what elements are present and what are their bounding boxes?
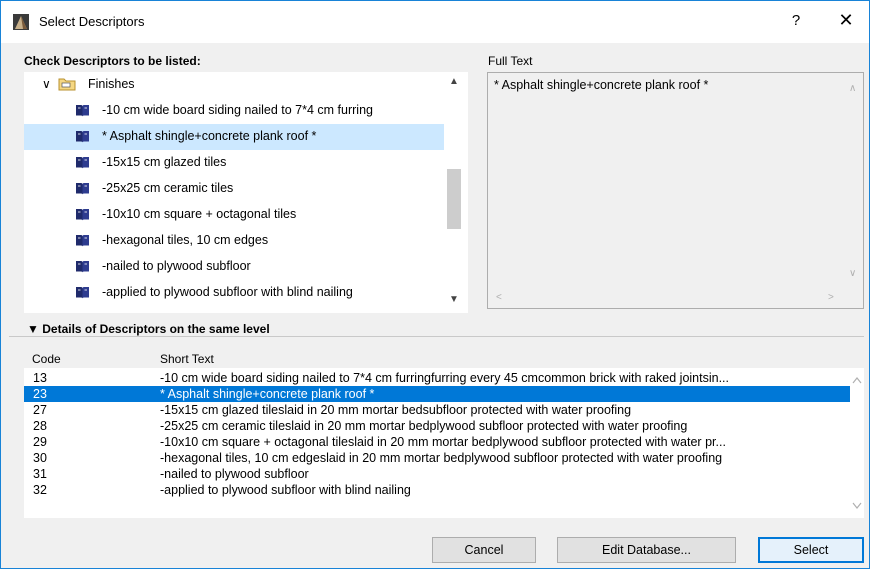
column-header-code[interactable]: Code xyxy=(32,352,61,366)
folder-open-icon xyxy=(58,78,76,91)
descriptor-book-icon xyxy=(76,261,89,273)
scroll-thumb[interactable] xyxy=(447,169,461,229)
tree-item[interactable]: -10 cm wide board siding nailed to 7*4 c… xyxy=(24,98,444,124)
row-short-text: -hexagonal tiles, 10 cm edgeslaid in 20 … xyxy=(160,451,723,465)
table-row[interactable]: 31 -nailed to plywood subfloor xyxy=(24,466,850,482)
row-short-text: -10x10 cm square + octagonal tileslaid i… xyxy=(160,435,726,449)
row-code: 28 xyxy=(33,419,47,433)
select-button[interactable]: Select xyxy=(758,537,864,563)
table-row[interactable]: 23 * Asphalt shingle+concrete plank roof … xyxy=(24,386,850,402)
tree-item[interactable]: -applied to plywood subfloor with blind … xyxy=(24,280,444,306)
descriptor-book-icon xyxy=(76,287,89,299)
row-code: 32 xyxy=(33,483,47,497)
full-text-box[interactable]: * Asphalt shingle+concrete plank roof * … xyxy=(487,72,864,309)
row-short-text: -15x15 cm glazed tileslaid in 20 mm mort… xyxy=(160,403,632,417)
tree-folder-label: Finishes xyxy=(88,77,135,91)
tree-item-label: -hexagonal tiles, 10 cm edges xyxy=(102,233,269,247)
tree-folder-finishes[interactable]: ∨ Finishes xyxy=(24,72,444,98)
tree-item-label: -nailed to plywood subfloor xyxy=(102,259,251,273)
row-short-text: -applied to plywood subfloor with blind … xyxy=(160,483,411,497)
chevron-down-icon[interactable]: ∨ xyxy=(42,77,51,91)
tree-item[interactable]: -25x25 cm ceramic tiles xyxy=(24,176,444,202)
descriptor-book-icon xyxy=(76,131,89,143)
descriptor-tree[interactable]: ∨ Finishes -10 cm wide board siding nail… xyxy=(24,72,468,313)
edit-database-button[interactable]: Edit Database... xyxy=(557,537,736,563)
descriptor-book-icon xyxy=(76,183,89,195)
details-list[interactable]: 13 -10 cm wide board siding nailed to 7*4… xyxy=(24,368,864,518)
tree-item[interactable]: -10x10 cm square + octagonal tiles xyxy=(24,202,444,228)
table-row[interactable]: 28 -25x25 cm ceramic tileslaid in 20 mm m… xyxy=(24,418,850,434)
details-header: Details of Descriptors on the same level xyxy=(42,322,270,336)
tree-item-label: -applied to plywood subfloor with blind … xyxy=(102,285,353,299)
table-row[interactable]: 30 -hexagonal tiles, 10 cm edgeslaid in 2… xyxy=(24,450,850,466)
full-text-vscrollbar[interactable]: ∧ ∨ xyxy=(845,73,863,290)
descriptor-book-icon xyxy=(76,105,89,117)
descriptor-book-icon xyxy=(76,209,89,221)
help-button[interactable]: ? xyxy=(781,12,811,29)
tree-item[interactable]: * Asphalt shingle+concrete plank roof * xyxy=(24,124,444,150)
scroll-down-icon[interactable]: ∨ xyxy=(849,268,856,279)
close-button[interactable]: ✕ xyxy=(831,10,861,31)
full-text-hscrollbar[interactable]: < > xyxy=(488,290,846,308)
row-code: 13 xyxy=(33,371,47,385)
cancel-button[interactable]: Cancel xyxy=(432,537,536,563)
tree-item-label: -10x10 cm square + octagonal tiles xyxy=(102,207,297,221)
row-code: 29 xyxy=(33,435,47,449)
column-header-short-text[interactable]: Short Text xyxy=(160,352,214,366)
descriptor-book-icon xyxy=(76,235,89,247)
table-row[interactable]: 13 -10 cm wide board siding nailed to 7*4… xyxy=(24,370,850,386)
row-short-text: -10 cm wide board siding nailed to 7*4 c… xyxy=(160,371,729,385)
row-code: 30 xyxy=(33,451,47,465)
tree-item[interactable]: -nailed to plywood subfloor xyxy=(24,254,444,280)
tree-item-label: -15x15 cm glazed tiles xyxy=(102,155,227,169)
scroll-down-icon[interactable]: ▼ xyxy=(449,294,459,305)
table-row[interactable]: 27 -15x15 cm glazed tileslaid in 20 mm mo… xyxy=(24,402,850,418)
scroll-up-icon[interactable]: ∧ xyxy=(849,83,856,94)
table-row[interactable]: 32 -applied to plywood subfloor with blin… xyxy=(24,482,850,498)
row-short-text: -25x25 cm ceramic tileslaid in 20 mm mor… xyxy=(160,419,688,433)
full-text-header: Full Text xyxy=(488,54,533,68)
details-list-scrollbar[interactable] xyxy=(850,368,864,518)
descriptor-book-icon xyxy=(76,157,89,169)
tree-item-label: -25x25 cm ceramic tiles xyxy=(102,181,234,195)
triangle-down-icon[interactable]: ▼ xyxy=(27,322,39,336)
row-short-text: * Asphalt shingle+concrete plank roof * xyxy=(160,387,375,401)
tree-item-label: -10 cm wide board siding nailed to 7*4 c… xyxy=(102,103,373,117)
details-section-toggle[interactable]: ▼ Details of Descriptors on the same lev… xyxy=(27,322,270,336)
tree-item[interactable]: -hexagonal tiles, 10 cm edges xyxy=(24,228,444,254)
row-code: 23 xyxy=(33,387,47,401)
row-short-text: -nailed to plywood subfloor xyxy=(160,467,309,481)
row-code: 31 xyxy=(33,467,47,481)
scroll-up-icon[interactable]: ▲ xyxy=(449,76,459,87)
divider xyxy=(9,336,864,337)
table-row[interactable]: 29 -10x10 cm square + octagonal tileslaid… xyxy=(24,434,850,450)
select-descriptors-dialog: Select Descriptors ? ✕ Check Descriptors… xyxy=(0,0,870,569)
dialog-title: Select Descriptors xyxy=(39,14,145,29)
scroll-left-icon[interactable]: < xyxy=(496,292,502,303)
row-code: 27 xyxy=(33,403,47,417)
scroll-right-icon[interactable]: > xyxy=(828,292,834,303)
title-bar: Select Descriptors ? ✕ xyxy=(1,1,869,43)
tree-scrollbar[interactable]: ▲ ▼ xyxy=(444,72,464,313)
archicad-app-icon xyxy=(13,14,29,30)
tree-header: Check Descriptors to be listed: xyxy=(24,54,201,68)
tree-item-label: * Asphalt shingle+concrete plank roof * xyxy=(102,129,317,143)
full-text-value: * Asphalt shingle+concrete plank roof * xyxy=(494,78,709,92)
tree-item[interactable]: -15x15 cm glazed tiles xyxy=(24,150,444,176)
